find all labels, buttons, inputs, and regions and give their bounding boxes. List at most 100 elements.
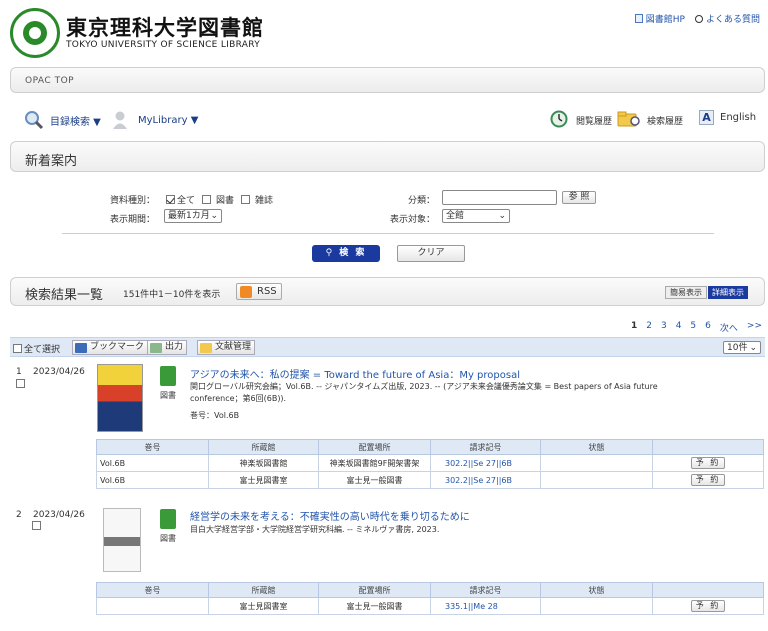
col-library: 所蔵館 bbox=[208, 582, 319, 598]
library-title[interactable]: 東京理科大学図書館 bbox=[66, 12, 264, 42]
cell-status bbox=[540, 454, 653, 472]
opac-top-bar[interactable]: OPAC TOP bbox=[10, 67, 765, 93]
results-title: 検索結果一覧 bbox=[25, 288, 104, 303]
english-link[interactable]: A English bbox=[699, 110, 756, 125]
select-all-control[interactable]: 全て選択 bbox=[13, 342, 60, 355]
cell-library: 富士見図書室 bbox=[208, 597, 319, 615]
col-location: 配置場所 bbox=[318, 582, 431, 598]
material-type: 図書 bbox=[160, 534, 176, 543]
cell-call-number-link[interactable]: 302.2||Se 27||6B bbox=[430, 454, 541, 472]
period-select[interactable]: 最新1カ月 ⌄ bbox=[164, 209, 222, 223]
cell-action: 予 約 bbox=[652, 597, 764, 615]
opac-top-label[interactable]: OPAC TOP bbox=[25, 76, 74, 86]
record-meta-line: conference；第6回(6B)). bbox=[190, 394, 287, 403]
checkbox-journal[interactable] bbox=[241, 195, 251, 204]
header-links: 図書館HP よくある質問 bbox=[634, 12, 760, 25]
record-number: 2 bbox=[16, 510, 22, 520]
book-cover-image[interactable] bbox=[103, 508, 141, 572]
folder-icon bbox=[200, 343, 212, 353]
cell-volume: Vol.6B bbox=[96, 454, 209, 472]
results-summary: 151件中1－10件を表示 bbox=[123, 290, 221, 300]
faq-link[interactable]: よくある質問 bbox=[694, 12, 760, 25]
book-cover-image[interactable] bbox=[97, 364, 143, 432]
browse-history-link[interactable]: 閲覧履歴 bbox=[550, 110, 612, 130]
rss-button[interactable]: RSS bbox=[236, 283, 282, 300]
cell-volume bbox=[96, 597, 209, 615]
checkbox-all[interactable] bbox=[166, 195, 175, 204]
results-header: 検索結果一覧 151件中1－10件を表示 RSS 簡易表示 詳細表示 bbox=[10, 277, 765, 306]
library-hp-link[interactable]: 図書館HP bbox=[634, 12, 685, 25]
page-link[interactable]: 4 bbox=[676, 321, 682, 334]
checkbox-book[interactable] bbox=[202, 195, 212, 204]
col-status: 状態 bbox=[540, 582, 653, 598]
holdings-header-row: 巻号 所蔵館 配置場所 請求記号 状態 bbox=[96, 582, 764, 598]
reserve-button[interactable]: 予 約 bbox=[691, 457, 725, 469]
bookmark-button[interactable]: ブックマーク bbox=[72, 340, 149, 355]
rss-icon bbox=[240, 286, 252, 298]
page-link[interactable]: 2 bbox=[646, 321, 652, 334]
col-location: 配置場所 bbox=[318, 439, 431, 455]
select-all-label: 全て選択 bbox=[24, 345, 61, 355]
user-icon bbox=[112, 110, 132, 130]
col-volume: 巻号 bbox=[96, 439, 209, 455]
search-button[interactable]: ⚲ 検 索 bbox=[312, 245, 380, 262]
mylibrary-menu[interactable]: MyLibrary ▼ bbox=[112, 110, 198, 130]
cell-call-number-link[interactable]: 302.2||Se 27||6B bbox=[430, 471, 541, 489]
results-toolbar: 全て選択 ブックマーク 出力 文献管理 10件 ⌄ bbox=[10, 337, 765, 357]
reserve-button[interactable]: 予 約 bbox=[691, 474, 725, 486]
category-input[interactable] bbox=[442, 190, 557, 205]
select-all-checkbox[interactable] bbox=[13, 344, 22, 353]
record-checkbox[interactable] bbox=[16, 379, 25, 388]
detail-view-button[interactable]: 詳細表示 bbox=[708, 286, 748, 299]
chevron-down-icon: ⌄ bbox=[749, 342, 757, 353]
page-link[interactable]: 5 bbox=[690, 321, 696, 334]
browse-history-label[interactable]: 閲覧履歴 bbox=[576, 114, 612, 127]
holdings-table: 巻号 所蔵館 配置場所 請求記号 状態 Vol.6B 神楽坂図書館 神楽坂図書館… bbox=[96, 439, 764, 489]
university-seal-logo[interactable] bbox=[10, 8, 60, 58]
history-clock-icon bbox=[550, 110, 570, 130]
cell-action: 予 約 bbox=[652, 471, 764, 489]
page-link[interactable]: 6 bbox=[705, 321, 711, 334]
english-label[interactable]: English bbox=[720, 112, 756, 123]
mylibrary-label[interactable]: MyLibrary ▼ bbox=[138, 115, 198, 126]
cell-action: 予 約 bbox=[652, 454, 764, 472]
chevron-down-icon: ⌄ bbox=[210, 211, 218, 221]
cell-library: 神楽坂図書館 bbox=[208, 454, 319, 472]
output-icon bbox=[150, 343, 162, 353]
output-label: 出力 bbox=[165, 342, 184, 352]
output-button[interactable]: 出力 bbox=[147, 340, 188, 355]
holdings-table: 巻号 所蔵館 配置場所 請求記号 状態 富士見図書室 富士見一般図書 335.1… bbox=[96, 582, 764, 615]
catalog-search-label[interactable]: 目録検索 ▼ bbox=[50, 113, 101, 128]
browse-button[interactable]: 参 照 bbox=[562, 191, 596, 204]
record-title-link[interactable]: アジアの未来へ：私の提案 = Toward the future of Asia… bbox=[190, 366, 520, 381]
cell-call-number-link[interactable]: 335.1||Me 28 bbox=[430, 597, 541, 615]
page-last[interactable]: >> bbox=[747, 321, 762, 334]
per-page-select[interactable]: 10件 ⌄ bbox=[723, 341, 761, 354]
catalog-search-menu[interactable]: 目録検索 ▼ bbox=[24, 110, 101, 130]
record-meta: 関口グローバル研究会編；Vol.6B. -- ジャパンタイムズ出版, 2023.… bbox=[190, 381, 760, 405]
page-link[interactable]: 3 bbox=[661, 321, 667, 334]
col-action bbox=[652, 582, 764, 598]
record-meta-line: 関口グローバル研究会編；Vol.6B. -- ジャパンタイムズ出版, 2023.… bbox=[190, 382, 658, 391]
col-library: 所蔵館 bbox=[208, 439, 319, 455]
clear-button[interactable]: クリア bbox=[397, 245, 465, 262]
simple-view-button[interactable]: 簡易表示 bbox=[665, 286, 707, 299]
search-icon: ⚲ bbox=[325, 248, 340, 258]
target-select[interactable]: 全館 ⌄ bbox=[442, 209, 510, 223]
search-history-link[interactable]: 検索履歴 bbox=[617, 110, 683, 130]
col-status: 状態 bbox=[540, 439, 653, 455]
page-next[interactable]: 次へ bbox=[720, 321, 738, 334]
col-call-number: 請求記号 bbox=[430, 582, 541, 598]
bookmark-icon bbox=[75, 343, 87, 353]
form-divider bbox=[62, 233, 714, 234]
record-title-link[interactable]: 経営学の未来を考える：不確実性の高い時代を乗り切るために bbox=[190, 508, 470, 523]
cell-location: 富士見一般図書 bbox=[318, 471, 431, 489]
record-checkbox[interactable] bbox=[31, 521, 41, 530]
folder-search-icon bbox=[617, 110, 641, 130]
reserve-button[interactable]: 予 約 bbox=[691, 600, 725, 612]
table-row: 富士見図書室 富士見一般図書 335.1||Me 28 予 約 bbox=[96, 597, 764, 615]
search-history-label[interactable]: 検索履歴 bbox=[647, 114, 683, 127]
section-title: 新着案内 bbox=[25, 154, 78, 169]
target-value: 全館 bbox=[446, 211, 465, 221]
reference-manage-button[interactable]: 文献管理 bbox=[197, 340, 256, 355]
